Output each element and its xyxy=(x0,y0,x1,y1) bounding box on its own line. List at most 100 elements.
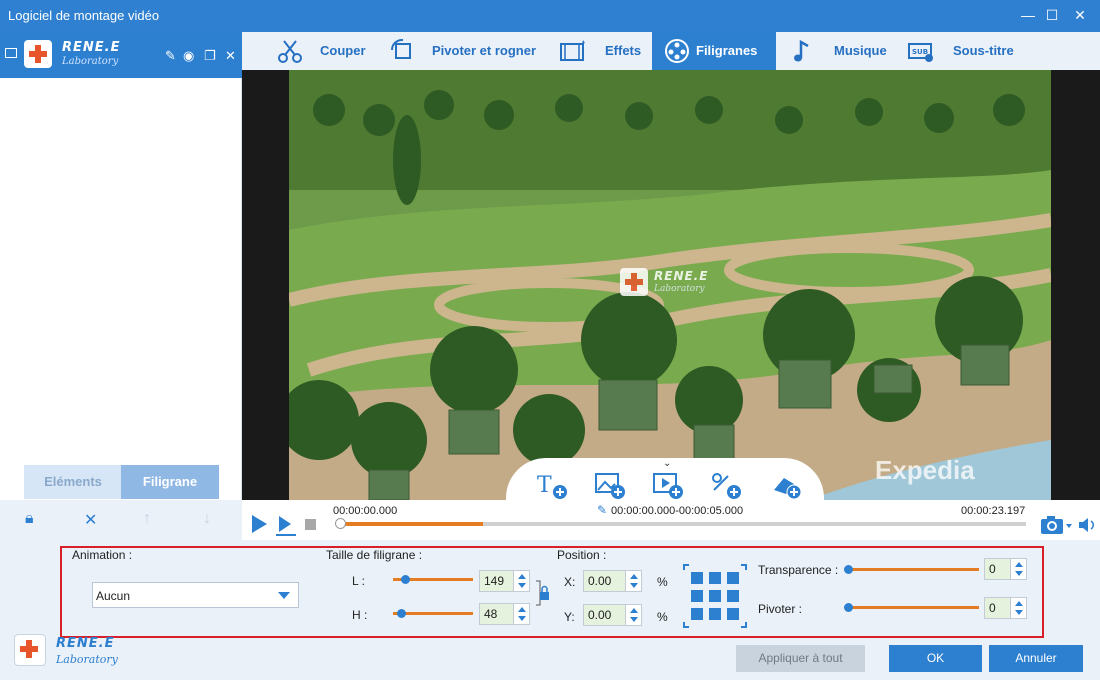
watermark-film-icon xyxy=(665,39,689,63)
transparency-stepper[interactable] xyxy=(1011,558,1027,580)
move-down-icon[interactable]: ↓ xyxy=(203,510,211,528)
transparency-slider-knob[interactable] xyxy=(844,565,853,574)
overlay-brand: RENE.E xyxy=(654,269,709,283)
height-slider-knob[interactable] xyxy=(397,609,406,618)
apply-all-button[interactable]: Appliquer à tout xyxy=(736,645,865,672)
left-panel xyxy=(0,32,242,540)
duplicate-icon[interactable]: ❐ xyxy=(204,48,216,64)
add-eraser-icon[interactable] xyxy=(770,470,804,500)
tab-musique[interactable]: Musique xyxy=(788,32,890,70)
x-percent: % xyxy=(657,575,668,589)
tab-label: Musique xyxy=(834,43,887,58)
time-range: 00:00:00.000-00:00:05.000 xyxy=(611,505,744,517)
tab-pivoter[interactable]: Pivoter et rogner xyxy=(385,32,545,70)
animation-select[interactable]: Aucun xyxy=(92,582,299,608)
timeline-playhead[interactable] xyxy=(335,518,346,529)
animation-label: Animation : xyxy=(72,548,133,562)
tab-label: Effets xyxy=(605,43,642,58)
x-stepper[interactable] xyxy=(626,570,642,592)
minimize-button[interactable]: — xyxy=(1016,4,1040,28)
stop-icon[interactable] xyxy=(305,519,316,530)
y-label: Y: xyxy=(564,610,575,624)
tab-elements[interactable]: Eléments xyxy=(24,465,122,499)
maximize-button[interactable]: ☐ xyxy=(1040,4,1064,28)
footer-brand-sub: Laboratory xyxy=(56,653,118,666)
svg-text:SUB: SUB xyxy=(912,48,928,56)
ok-button[interactable]: OK xyxy=(889,645,982,672)
watermark-overlay[interactable]: RENE.E Laboratory xyxy=(620,266,730,302)
expedia-watermark: Expedia xyxy=(875,455,975,485)
timeline-selection xyxy=(340,522,483,526)
current-time: 00:00:00.000 xyxy=(333,505,398,517)
rotate-stepper[interactable] xyxy=(1011,597,1027,619)
brand-sub: Laboratory xyxy=(62,56,119,67)
tab-couper[interactable]: Couper xyxy=(268,32,378,70)
y-input[interactable]: 0.00 xyxy=(583,604,626,626)
add-video-icon[interactable] xyxy=(652,470,686,500)
footer-logo-icon xyxy=(14,634,46,666)
animation-value: Aucun xyxy=(96,589,131,603)
brand-name: RENE.E xyxy=(62,40,121,55)
width-slider-knob[interactable] xyxy=(401,575,410,584)
volume-icon[interactable] xyxy=(1077,516,1097,534)
image-icon xyxy=(5,48,17,58)
tab-effets[interactable]: Effets xyxy=(557,32,647,70)
tab-filigranes[interactable]: Filigranes xyxy=(652,32,776,70)
tab-label: Sous-titre xyxy=(953,43,1014,58)
snapshot-camera-icon[interactable] xyxy=(1040,514,1074,536)
add-image-icon[interactable] xyxy=(594,470,628,500)
total-time: 00:00:23.197 xyxy=(961,505,1026,517)
window-title: Logiciel de montage vidéo xyxy=(8,8,160,23)
rotate-label: Pivoter : xyxy=(758,602,803,616)
width-input[interactable]: 149 xyxy=(479,570,514,592)
delete-icon[interactable]: ✕ xyxy=(225,48,236,64)
add-text-icon[interactable]: T xyxy=(536,470,570,500)
size-label: Taille de filigrane : xyxy=(326,548,423,562)
effects-film-icon xyxy=(560,40,585,61)
tab-label: Filigranes xyxy=(696,43,758,58)
tab-filigrane[interactable]: Filigrane xyxy=(121,465,219,499)
y-stepper[interactable] xyxy=(626,604,642,626)
subtitle-icon: SUB xyxy=(908,43,933,62)
rotate-input[interactable]: 0 xyxy=(984,597,1011,619)
transparency-slider[interactable] xyxy=(846,568,979,571)
play-selection-icon[interactable] xyxy=(275,514,297,536)
tab-label: Couper xyxy=(320,43,366,58)
x-input[interactable]: 0.00 xyxy=(583,570,626,592)
add-shape-icon[interactable] xyxy=(710,470,744,500)
position-label: Position : xyxy=(557,548,607,562)
edit-range-icon: ✎ xyxy=(597,503,608,517)
position-grid-icon[interactable] xyxy=(683,564,747,628)
tab-sous-titre[interactable]: SUB Sous-titre xyxy=(905,32,1020,70)
height-stepper[interactable] xyxy=(514,603,530,625)
lock-icon[interactable]: 🔒︎ xyxy=(25,510,34,528)
rene-logo-icon xyxy=(620,268,648,296)
transparency-input[interactable]: 0 xyxy=(984,558,1011,580)
scissors-icon xyxy=(278,40,302,63)
footer-brand: RENE.E xyxy=(56,636,115,651)
x-label: X: xyxy=(564,575,576,589)
rotate-slider-knob[interactable] xyxy=(844,603,853,612)
close-button[interactable]: ✕ xyxy=(1068,4,1092,28)
height-label: H : xyxy=(352,608,368,622)
tab-label: Pivoter et rogner xyxy=(432,43,537,58)
edit-pencil-icon[interactable]: ✎ xyxy=(165,48,176,64)
rotate-crop-icon xyxy=(390,38,411,59)
play-icon[interactable] xyxy=(249,514,269,534)
transparency-label: Transparence : xyxy=(758,563,839,577)
rotate-slider[interactable] xyxy=(846,606,979,609)
music-note-icon xyxy=(794,39,809,62)
svg-text:T: T xyxy=(537,473,552,498)
width-stepper[interactable] xyxy=(514,570,530,592)
aspect-lock-icon[interactable] xyxy=(535,580,551,606)
remove-icon[interactable]: ✕ xyxy=(84,510,97,530)
chevron-down-icon[interactable]: ⌄ xyxy=(663,458,671,469)
visibility-eye-icon[interactable]: ◉ xyxy=(183,48,194,64)
move-up-icon[interactable]: ↑ xyxy=(143,510,151,528)
width-label: L : xyxy=(352,574,365,588)
overlay-sub: Laboratory xyxy=(654,284,705,294)
y-percent: % xyxy=(657,610,668,624)
height-input[interactable]: 48 xyxy=(479,603,514,625)
cancel-button[interactable]: Annuler xyxy=(989,645,1083,672)
dropdown-arrow-icon xyxy=(278,592,290,599)
